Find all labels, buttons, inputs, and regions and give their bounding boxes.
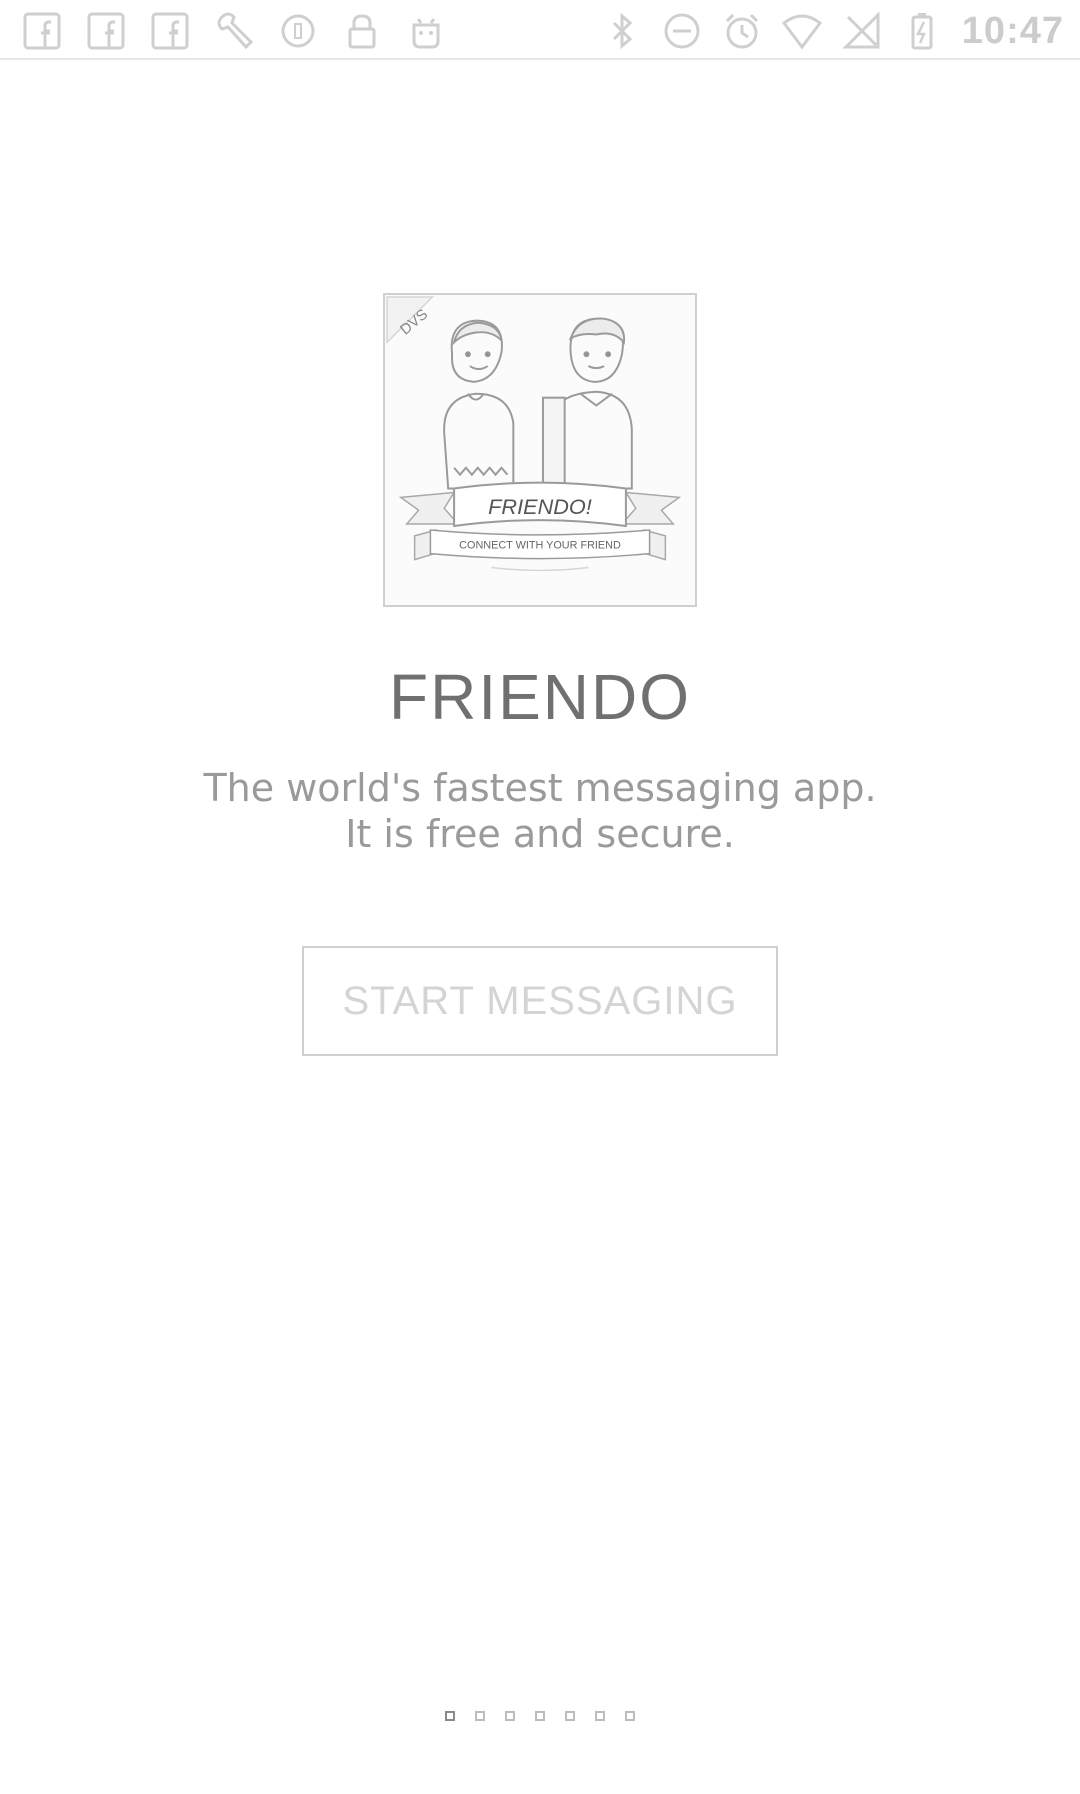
tagline-line-1: The world's fastest messaging app. (203, 766, 877, 810)
page-dot[interactable] (565, 1711, 575, 1721)
lock-icon (342, 11, 382, 51)
system-icons: 10:47 (602, 8, 1064, 54)
logo-banner-title: FRIENDO! (488, 494, 592, 519)
page-dot[interactable] (595, 1711, 605, 1721)
facebook-icon (22, 11, 62, 51)
page-dot[interactable] (445, 1711, 455, 1721)
facebook-icon (86, 11, 126, 51)
facebook-icon (150, 11, 190, 51)
status-bar: 10:47 (0, 0, 1080, 60)
alarm-icon (722, 11, 762, 51)
page-dot[interactable] (475, 1711, 485, 1721)
app-title: FRIENDO (389, 661, 691, 733)
android-icon (406, 11, 446, 51)
tagline-line-2: It is free and secure. (345, 812, 735, 856)
page-dot[interactable] (625, 1711, 635, 1721)
notification-icons (22, 8, 446, 54)
page-dot[interactable] (505, 1711, 515, 1721)
wrench-icon (214, 11, 254, 51)
start-messaging-button[interactable]: START MESSAGING (302, 946, 778, 1056)
battery-charging-icon (902, 11, 942, 51)
page-indicator (0, 1711, 1080, 1721)
clock-time: 10:47 (961, 9, 1064, 52)
app-logo: DVS FRIENDO! CONNECT WITH YOUR FRIEND (383, 293, 697, 607)
bluetooth-icon (602, 11, 642, 51)
no-signal-icon (842, 11, 882, 51)
wifi-icon (781, 11, 822, 51)
page-dot[interactable] (535, 1711, 545, 1721)
logo-banner-subtitle: CONNECT WITH YOUR FRIEND (459, 540, 621, 552)
record-icon (278, 11, 318, 51)
do-not-disturb-icon (662, 11, 702, 51)
